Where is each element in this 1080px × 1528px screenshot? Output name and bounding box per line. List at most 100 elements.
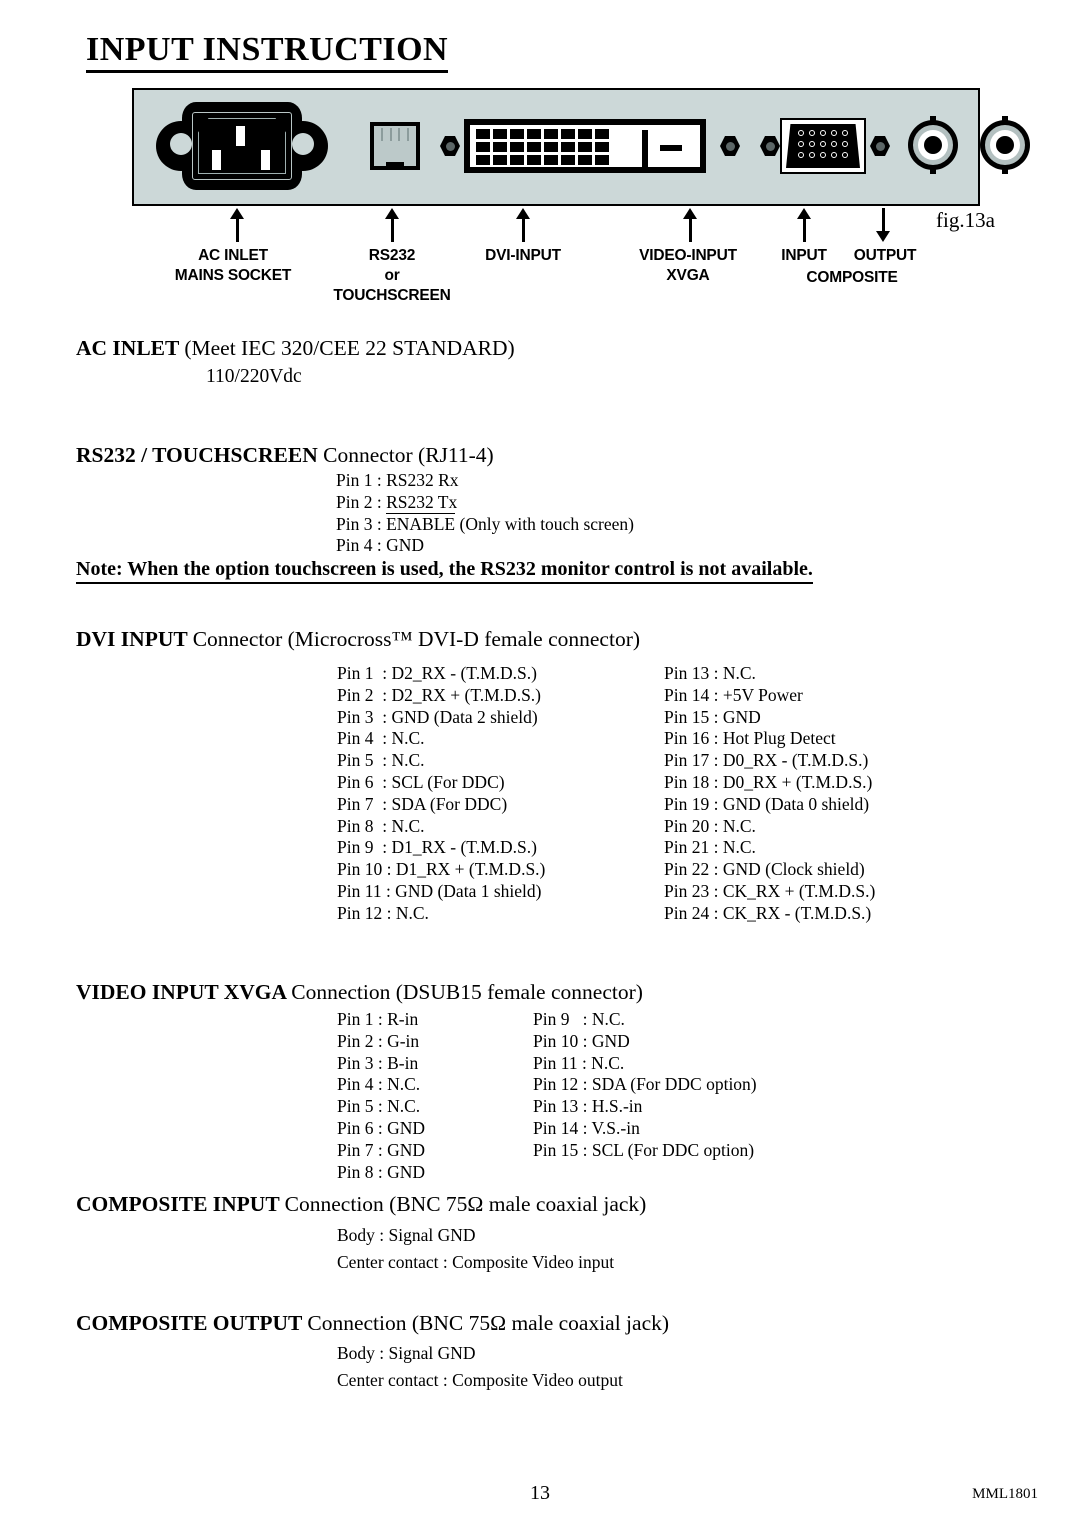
pin-list-item: Pin 9 : N.C. [533,1009,625,1029]
pin-list-item: Pin 11 : GND (Data 1 shield) [337,880,542,901]
pin-label: Pin 2 : [336,491,387,512]
bnc-center-contact [996,136,1014,154]
dsub15-pin-row-1 [786,130,860,136]
pin-list-item: Pin 17 : D0_RX - (T.M.D.S.) [664,750,869,771]
rj11-jack-inner [374,126,416,170]
bnc-input-connector-icon [904,116,962,174]
dvi-blade-vertical [642,130,648,168]
ac-inlet-pin-live [212,150,221,170]
pin-list-item: Pin 3 : GND (Data 2 shield) [337,706,538,727]
touchscreen-note: Note: When the option touchscreen is use… [76,558,813,584]
heading-rest-part: Connection (BNC 75Ω male coaxial jack) [307,1311,670,1335]
dsub15-connector-icon [780,118,866,174]
heading-rest-part: Connector (RJ11-4) [323,443,494,467]
callout-line: VIDEO-INPUT [639,247,737,264]
heading-bold-part: AC INLET [76,336,185,360]
pin-list-item: Pin 13 : H.S.-in [533,1096,643,1117]
pin-list-item: Pin 7 : SDA (For DDC) [337,793,508,814]
pin-value-note: (Only with touch screen) [455,513,634,534]
callout-line: or [384,266,400,284]
callout-video-input: VIDEO-INPUT XVGA [620,246,756,286]
pin-list-item: Pin 8 : N.C. [337,815,425,836]
ac-inlet-pin-earth [236,126,245,146]
pin-list-item: Pin 15 : SCL (For DDC option) [533,1139,755,1160]
pin-value-active-low: ENABLE [386,512,456,534]
pin-list-item: Pin 9 : D1_RX - (T.M.D.S.) [337,837,537,858]
heading-rest-part: (Meet IEC 320/CEE 22 STANDARD) [184,336,515,360]
dvi-blade-horizontal [660,145,682,151]
rj11-contacts [381,128,409,141]
section-heading-dvi: DVI INPUT Connector (Microcross™ DVI-D f… [76,627,640,652]
pin-label: Pin 1 : [336,470,387,490]
arrow-down-icon [876,208,890,242]
heading-bold-part: RS232 / TOUCHSCREEN [76,443,324,467]
pin-list-item: Pin 2 : D2_RX + (T.M.D.S.) [337,684,542,705]
arrow-up-icon [230,208,244,242]
callout-line: AC INLET [198,247,268,264]
pin-list-item: Pin 3 : B-in [337,1052,419,1073]
rj11-jack-icon [370,122,420,170]
pin-list-item: Pin 4 : GND [336,535,634,557]
page-number: 13 [530,1482,550,1504]
pin-list-item: Pin 4 : N.C. [337,728,425,749]
heading-rest-part: Connection (BNC 75Ω male coaxial jack) [284,1192,647,1216]
pin-list-item: Pin 1 : D2_RX - (T.M.D.S.) [337,663,537,683]
pin-list-item: Pin 2 : G-in [337,1030,420,1051]
ac-inlet-pin-neutral [261,150,270,170]
pin-list-item: Pin 12 : SDA (For DDC option) [533,1074,757,1095]
section-heading-composite-input: COMPOSITE INPUT Connection (BNC 75Ω male… [76,1192,646,1217]
bnc-center-contact [924,136,942,154]
pin-list-item: Pin 2 : RS232 Tx [336,492,634,514]
figure-callouts: AC INLET MAINS SOCKET RS232 or TOUCHSCRE… [0,206,1080,316]
page-title: INPUT INSTRUCTION [86,31,449,73]
pin-list-item: Pin 24 : CK_RX - (T.M.D.S.) [664,902,872,923]
callout-line: COMPOSITE [806,269,898,286]
pin-list-item: Pin 10 : D1_RX + (T.M.D.S.) [337,859,546,880]
arrow-up-icon [683,208,697,242]
document-page: INPUT INSTRUCTION AC INLET MAINS SOCKET … [0,0,1080,1528]
detail-line: Center contact : Composite Video input [337,1252,615,1272]
pin-list-item: Pin 14 : V.S.-in [533,1117,640,1138]
pin-list-item: Pin 20 : N.C. [664,815,756,836]
connector-panel-figure [132,88,1030,206]
callout-line: OUTPUT [853,247,917,264]
pin-list-item: Pin 5 : N.C. [337,750,425,771]
pin-list-item: Pin 7 : GND [337,1139,425,1160]
pin-list-item: Pin 19 : GND (Data 0 shield) [664,793,870,814]
pin-list-item: Pin 8 : GND [337,1161,425,1182]
heading-bold-part: VIDEO INPUT XVGA [76,980,292,1004]
rs232-pin-list: Pin 1 : RS232 Rx Pin 2 : RS232 Tx Pin 3 … [336,470,634,557]
arrow-up-icon [797,208,811,242]
dsub15-pin-row-2 [786,141,860,147]
callout-composite: COMPOSITE [788,268,916,288]
callout-composite-output: OUTPUT [840,246,930,266]
xvga-pin-list-right: Pin 9 : N.C. Pin 10 : GND Pin 11 : N.C. … [533,1009,757,1162]
pin-list-item: Pin 16 : Hot Plug Detect [664,728,836,749]
dvi-shell [467,122,703,170]
ac-inlet-screw-hole-right [292,133,314,155]
pin-value: RS232 Tx [386,491,458,512]
ac-inlet-screw-hole-left [170,133,192,155]
xvga-pin-list-left: Pin 1 : R-in Pin 2 : G-in Pin 3 : B-in P… [337,1009,425,1183]
pin-list-item: Pin 11 : N.C. [533,1052,625,1073]
heading-bold-part: DVI INPUT [76,627,193,651]
pin-list-item: Pin 4 : N.C. [337,1074,421,1095]
pin-value: GND [386,535,425,556]
rj11-notch [386,162,404,170]
pin-list-item: Pin 22 : GND (Clock shield) [664,859,865,880]
dvi-pin-list-right: Pin 13 : N.C. Pin 14 : +5V Power Pin 15 … [664,663,875,925]
figure-label: fig.13a [936,208,995,232]
composite-input-details: Body : Signal GND Center contact : Compo… [337,1222,614,1276]
heading-bold-part: COMPOSITE OUTPUT [76,1311,308,1335]
detail-line: Center contact : Composite Video output [337,1370,623,1390]
callout-line: DVI-INPUT [485,247,561,264]
pin-list-item: Pin 5 : N.C. [337,1096,421,1117]
heading-rest-part: Connector (Microcross™ DVI-D female conn… [192,627,641,651]
dvi-pin-grid [476,129,609,165]
section-heading-xvga: VIDEO INPUT XVGA Connection (DSUB15 fema… [76,980,643,1005]
pin-list-item: Pin 21 : N.C. [664,837,756,858]
callout-ac-inlet: AC INLET MAINS SOCKET [168,246,298,286]
bnc-output-connector-icon [976,116,1034,174]
pin-list-item: Pin 18 : D0_RX + (T.M.D.S.) [664,771,873,792]
document-code: MML1801 [972,1486,1038,1502]
